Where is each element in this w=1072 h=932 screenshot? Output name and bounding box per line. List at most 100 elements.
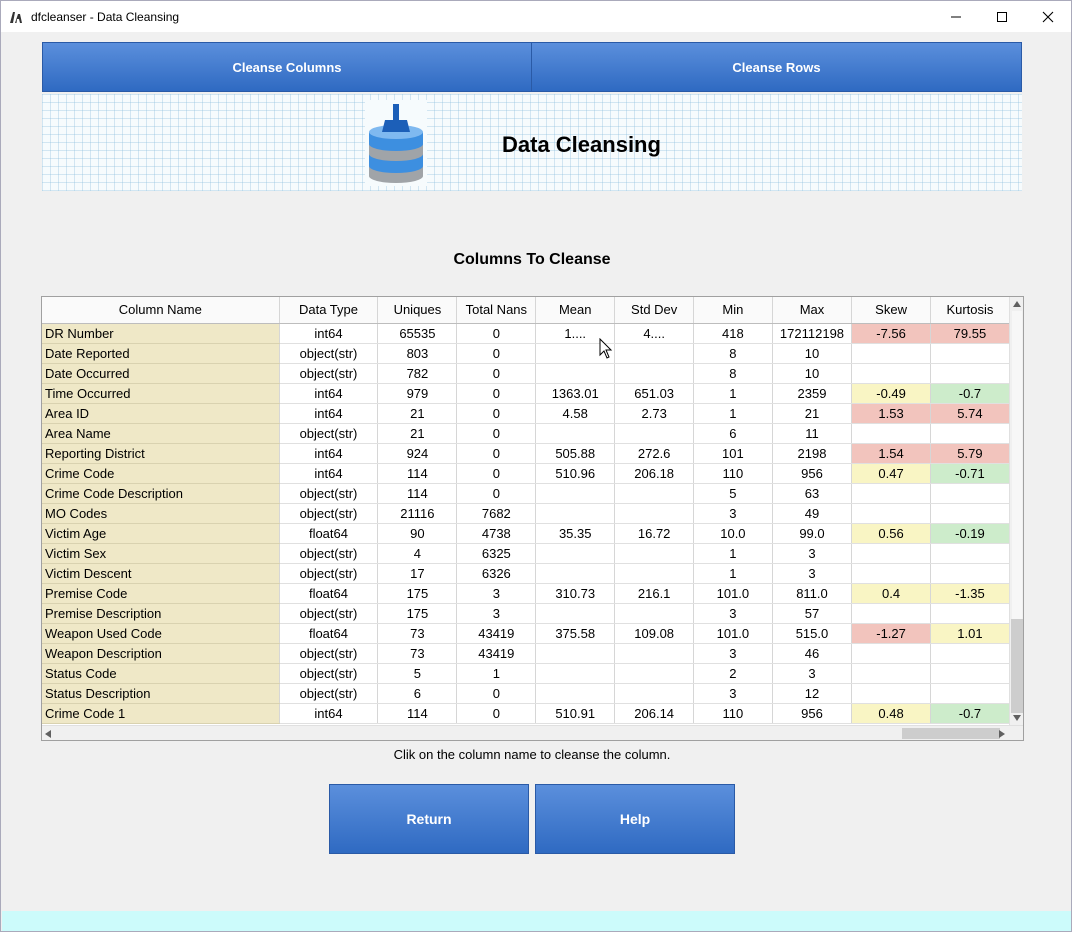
table-cell: [535, 423, 616, 444]
table-row: Crime Code Description object(str) 114 0 5 63: [42, 483, 1010, 504]
help-button[interactable]: Help: [535, 784, 735, 854]
column-name-cell[interactable]: Date Reported: [42, 343, 280, 364]
table-row: Victim Age float64 90 4738 35.35 16.72 10.0 99.…: [42, 523, 1010, 544]
table-cell: 0: [456, 323, 537, 344]
table-cell: 4738: [456, 523, 537, 544]
column-name-cell[interactable]: Victim Age: [42, 523, 280, 544]
table-cell: 206.14: [614, 703, 695, 724]
vertical-scroll-track[interactable]: [1012, 311, 1022, 619]
table-cell: 6: [693, 423, 773, 444]
table-row: Status Code object(str) 5 1 2 3: [42, 663, 1010, 684]
column-name-cell[interactable]: Crime Code: [42, 463, 280, 484]
column-header: Max: [772, 297, 853, 324]
table-cell: object(str): [279, 543, 379, 564]
column-name-cell[interactable]: Weapon Description: [42, 643, 280, 664]
column-name-cell[interactable]: Premise Description: [42, 603, 280, 624]
table-cell: -0.7: [930, 703, 1010, 724]
table-cell: float64: [279, 583, 379, 604]
table-cell: 1: [693, 403, 773, 424]
page-title: Data Cleansing: [502, 132, 661, 157]
vertical-scrollbar[interactable]: [1009, 297, 1023, 725]
table-cell: 7682: [456, 503, 537, 524]
table-cell: 4: [377, 543, 458, 564]
table-cell: 17: [377, 563, 458, 584]
column-name-cell[interactable]: Date Occurred: [42, 363, 280, 384]
table-cell: 172112198: [772, 323, 853, 344]
table-cell: 505.88: [535, 443, 616, 464]
title-bar: dfcleanser - Data Cleansing: [1, 1, 1071, 32]
column-name-cell[interactable]: DR Number: [42, 323, 280, 344]
table-row: Time Occurred int64 979 0 1363.01 651.03 1 2359…: [42, 383, 1010, 404]
table-cell: 515.0: [772, 623, 853, 644]
table-cell: object(str): [279, 563, 379, 584]
cleanse-rows-button[interactable]: Cleanse Rows: [531, 42, 1022, 92]
table-cell: 0.4: [851, 583, 931, 604]
scroll-left-icon[interactable]: [45, 730, 51, 738]
table-cell: 1: [693, 563, 773, 584]
table-cell: object(str): [279, 643, 379, 664]
cleanse-columns-button[interactable]: Cleanse Columns: [42, 42, 532, 92]
table-cell: [930, 483, 1010, 504]
column-name-cell[interactable]: MO Codes: [42, 503, 280, 524]
column-name-cell[interactable]: Reporting District: [42, 443, 280, 464]
column-name-cell[interactable]: Status Code: [42, 663, 280, 684]
table-cell: object(str): [279, 343, 379, 364]
vertical-scroll-thumb[interactable]: [1011, 619, 1023, 713]
column-name-cell[interactable]: Victim Descent: [42, 563, 280, 584]
table-cell: 0: [456, 483, 537, 504]
scroll-up-icon[interactable]: [1013, 301, 1021, 307]
table-cell: object(str): [279, 363, 379, 384]
column-name-cell[interactable]: Area Name: [42, 423, 280, 444]
table-cell: 3: [456, 603, 537, 624]
scroll-right-icon[interactable]: [999, 730, 1005, 738]
table-cell: [851, 483, 931, 504]
table-cell: [930, 363, 1010, 384]
maximize-button[interactable]: [979, 1, 1025, 32]
table-cell: 73: [377, 623, 458, 644]
table-cell: [851, 683, 931, 704]
column-name-cell[interactable]: Weapon Used Code: [42, 623, 280, 644]
columns-table: Column Name Data Type Uniques Total Nans Mea…: [41, 296, 1024, 741]
table-cell: [535, 663, 616, 684]
table-cell: -0.49: [851, 383, 931, 404]
table-cell: int64: [279, 703, 379, 724]
app-window: dfcleanser - Data Cleansing Cleanse Colu…: [0, 0, 1072, 932]
column-name-cell[interactable]: Crime Code Description: [42, 483, 280, 504]
table-cell: 3: [456, 583, 537, 604]
table-cell: [535, 543, 616, 564]
table-cell: object(str): [279, 483, 379, 504]
return-button[interactable]: Return: [329, 784, 529, 854]
minimize-button[interactable]: [933, 1, 979, 32]
table-cell: 956: [772, 703, 853, 724]
scroll-down-icon[interactable]: [1013, 715, 1021, 721]
column-name-cell[interactable]: Status Description: [42, 683, 280, 704]
column-name-cell[interactable]: Premise Code: [42, 583, 280, 604]
table-cell: -1.27: [851, 623, 931, 644]
table-cell: 21116: [377, 503, 458, 524]
table-cell: 0: [456, 343, 537, 364]
column-name-cell[interactable]: Area ID: [42, 403, 280, 424]
column-name-cell[interactable]: Victim Sex: [42, 543, 280, 564]
table-cell: [851, 663, 931, 684]
table-cell: 3: [693, 643, 773, 664]
table-cell: 0: [456, 403, 537, 424]
horizontal-scrollbar[interactable]: [42, 725, 1023, 740]
column-header: Std Dev: [614, 297, 695, 324]
table-cell: [930, 643, 1010, 664]
table-cell: 5.74: [930, 403, 1010, 424]
instruction-text: Clik on the column name to cleanse the c…: [393, 747, 671, 762]
table-cell: [614, 423, 695, 444]
column-header: Mean: [535, 297, 616, 324]
table-cell: 101.0: [693, 583, 773, 604]
column-header: Skew: [851, 297, 931, 324]
column-name-cell[interactable]: Crime Code 1: [42, 703, 280, 724]
table-row: Status Description object(str) 6 0 3 12: [42, 683, 1010, 704]
table-row: Date Occurred object(str) 782 0 8 10: [42, 363, 1010, 384]
table-cell: [614, 503, 695, 524]
table-cell: 90: [377, 523, 458, 544]
table-cell: [535, 483, 616, 504]
horizontal-scroll-thumb[interactable]: [902, 728, 1000, 739]
column-name-cell[interactable]: Time Occurred: [42, 383, 280, 404]
table-cell: 510.96: [535, 463, 616, 484]
close-button[interactable]: [1025, 1, 1071, 32]
